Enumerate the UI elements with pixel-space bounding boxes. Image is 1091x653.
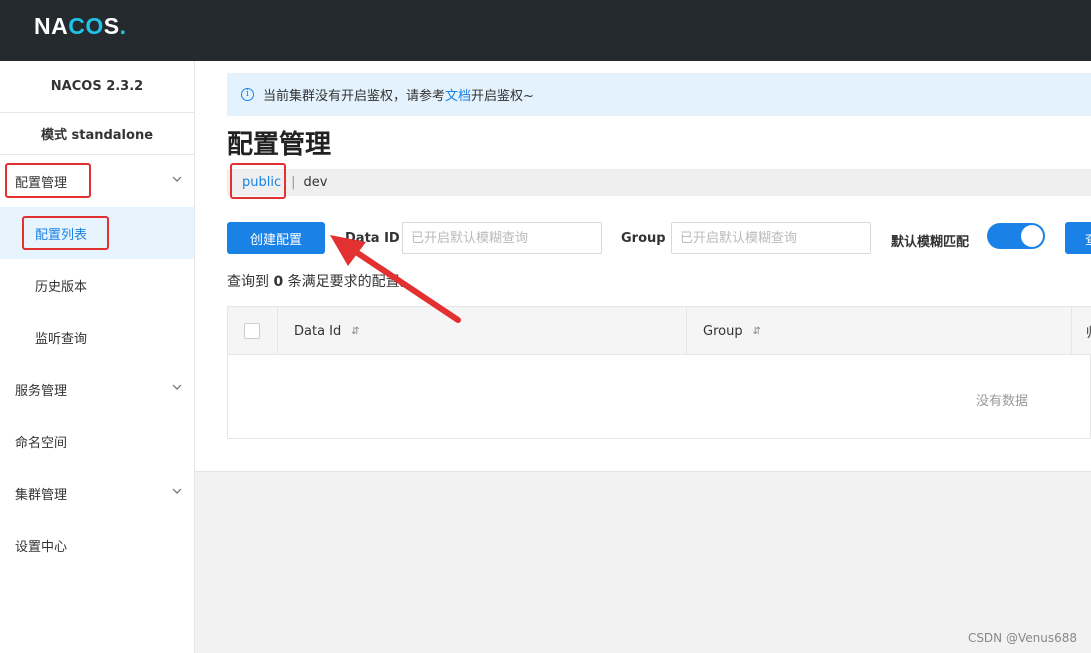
sidebar-item-listener-query[interactable]: 监听查询 (0, 311, 194, 363)
main-content: i 当前集群没有开启鉴权，请参考 文档 开启鉴权~ 配置管理 public | … (195, 61, 1091, 653)
column-header-app[interactable]: 归 (1072, 307, 1091, 355)
fuzzy-match-toggle[interactable] (987, 223, 1045, 249)
sidebar-item-service-management[interactable]: 服务管理 (0, 363, 194, 415)
highlight-box (5, 163, 91, 198)
sidebar-item-settings[interactable]: 设置中心 (0, 519, 194, 571)
toggle-knob (1021, 225, 1043, 247)
page-footer-area: CSDN @Venus688 (195, 471, 1091, 653)
sidebar-item-label: 服务管理 (15, 383, 68, 399)
chevron-down-icon (172, 384, 182, 390)
sidebar-item-namespace[interactable]: 命名空间 (0, 415, 194, 467)
top-navbar: NACOS. (0, 0, 1091, 61)
notice-text: 当前集群没有开启鉴权，请参考 (263, 89, 446, 104)
chevron-down-icon (172, 488, 182, 494)
sidebar-item-label: 历史版本 (35, 279, 88, 295)
query-button[interactable]: 查 (1065, 222, 1091, 254)
version-label: NACOS 2.3.2 (0, 61, 194, 113)
sidebar-item-cluster-management[interactable]: 集群管理 (0, 467, 194, 519)
namespace-bar: public | dev (227, 169, 1091, 196)
sidebar: NACOS 2.3.2 模式 standalone 配置管理 配置列表 历史版本… (0, 61, 195, 653)
fuzzy-match-label: 默认模糊匹配 (891, 235, 970, 250)
group-label: Group (621, 231, 666, 246)
empty-state-text: 没有数据 (976, 394, 1029, 409)
mode-label: 模式 standalone (0, 113, 194, 155)
sidebar-item-label: 设置中心 (15, 539, 68, 555)
namespace-dev[interactable]: dev (304, 175, 328, 190)
sidebar-item-label: 命名空间 (15, 435, 68, 451)
result-count: 0 (273, 274, 284, 290)
notice-text-after: 开启鉴权~ (471, 89, 534, 104)
watermark: CSDN @Venus688 (967, 631, 1077, 645)
select-all-checkbox[interactable] (244, 323, 260, 339)
group-input[interactable] (671, 222, 871, 254)
sidebar-item-history[interactable]: 历史版本 (0, 259, 194, 311)
docs-link[interactable]: 文档 (445, 85, 471, 104)
sidebar-item-label: 集群管理 (15, 487, 68, 503)
create-config-button[interactable]: 创建配置 (227, 222, 325, 254)
column-header-group[interactable]: Group ⇵ (687, 307, 1072, 355)
select-all-cell (228, 307, 278, 355)
nacos-logo[interactable]: NACOS. (34, 13, 126, 40)
chevron-down-icon (172, 176, 182, 182)
highlight-box (22, 216, 109, 250)
page-title: 配置管理 (227, 130, 332, 160)
highlight-box (230, 163, 286, 199)
info-icon: i (241, 88, 254, 101)
namespace-separator: | (291, 175, 296, 190)
annotation-arrow-icon (330, 235, 461, 323)
sidebar-item-label: 监听查询 (35, 331, 88, 347)
sort-icon[interactable]: ⇵ (753, 326, 761, 337)
auth-notice: i 当前集群没有开启鉴权，请参考 文档 开启鉴权~ (227, 73, 1091, 116)
